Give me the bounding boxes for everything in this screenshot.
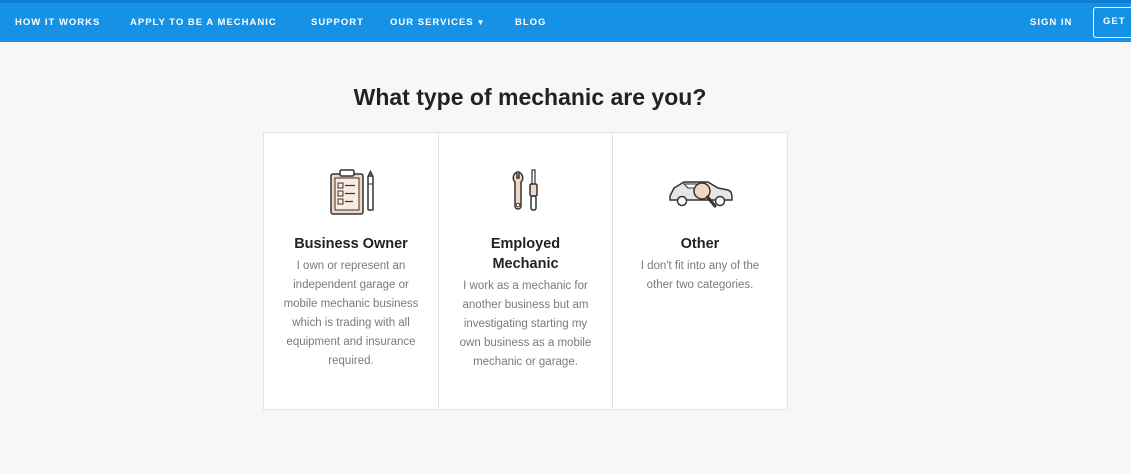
nav-how-it-works[interactable]: HOW IT WORKS — [15, 3, 100, 42]
nav-blog[interactable]: BLOG — [515, 3, 546, 42]
car-search-icon — [613, 161, 787, 221]
nav-our-services-label: OUR SERVICES — [390, 17, 474, 28]
clipboard-icon — [264, 161, 438, 221]
chevron-down-icon: ▼ — [476, 18, 486, 27]
nav-apply-mechanic[interactable]: APPLY TO BE A MECHANIC — [130, 3, 277, 42]
sign-in-link[interactable]: SIGN IN — [1030, 3, 1072, 42]
option-employed-mechanic[interactable]: Employed Mechanic I work as a mechanic f… — [438, 133, 612, 409]
option-description: I don't fit into any of the other two ca… — [640, 260, 760, 291]
tools-icon — [439, 161, 612, 221]
option-title: Other — [680, 236, 720, 252]
option-title: Employed Mechanic — [490, 236, 561, 272]
option-title: Business Owner — [294, 236, 408, 252]
option-business-owner[interactable]: Business Owner I own or represent an ind… — [264, 133, 438, 409]
page-title: What type of mechanic are you? — [353, 84, 707, 110]
nav-support[interactable]: SUPPORT — [311, 3, 364, 42]
get-started-button[interactable]: GET — [1093, 7, 1131, 38]
nav-our-services[interactable]: OUR SERVICES ▼ — [390, 3, 486, 42]
mechanic-type-options: Business Owner I own or represent an ind… — [263, 132, 788, 410]
option-other[interactable]: Other I don't fit into any of the other … — [612, 133, 787, 409]
option-description: I own or represent an independent garage… — [283, 260, 419, 367]
top-navbar: HOW IT WORKS APPLY TO BE A MECHANIC SUPP… — [0, 0, 1131, 42]
option-description: I work as a mechanic for another busines… — [459, 280, 592, 368]
